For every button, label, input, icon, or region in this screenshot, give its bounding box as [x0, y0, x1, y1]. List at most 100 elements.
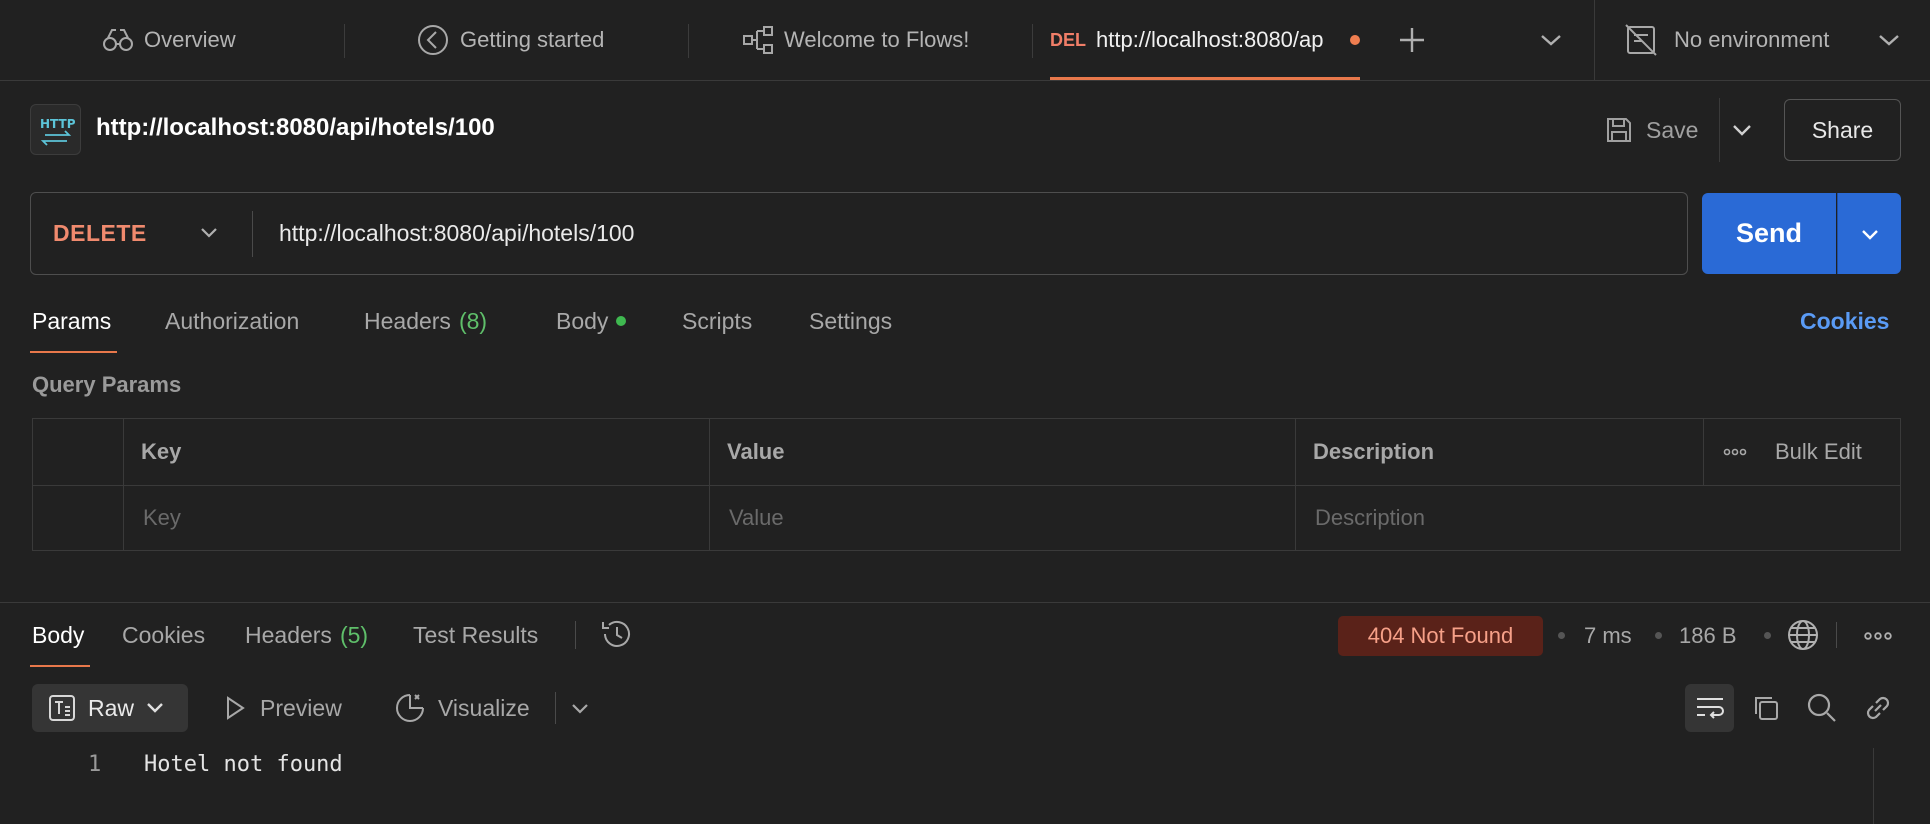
value-column-header: Value [727, 439, 785, 464]
active-tab-indicator [30, 665, 90, 667]
globe-icon[interactable] [1786, 618, 1820, 652]
tab-divider [344, 24, 345, 58]
tab-authorization[interactable]: Authorization [165, 300, 299, 342]
method-badge: DEL [1050, 29, 1086, 50]
line-number: 1 [88, 752, 102, 777]
tab-welcome-to-flows[interactable]: Welcome to Flows! [742, 0, 969, 80]
status-badge[interactable]: 404 Not Found [1338, 616, 1543, 656]
meta-separator [1558, 632, 1565, 639]
tab-overview[interactable]: Overview [102, 0, 236, 80]
url-input[interactable]: http://localhost:8080/api/hotels/100 [279, 193, 634, 274]
request-title[interactable]: http://localhost:8080/api/hotels/100 [96, 114, 495, 142]
meta-separator [1764, 632, 1771, 639]
scrollbar[interactable] [1873, 748, 1874, 824]
share-button[interactable]: Share [1784, 99, 1901, 161]
chevron-down-icon [1733, 125, 1751, 136]
description-input[interactable]: Description [1315, 485, 1895, 551]
chevron-down-icon [1879, 35, 1899, 46]
method-dropdown[interactable] [199, 222, 219, 242]
bulk-edit-button[interactable]: Bulk Edit [1775, 419, 1862, 485]
active-tab-indicator [30, 351, 117, 353]
response-tab-cookies[interactable]: Cookies [122, 614, 205, 656]
search-icon [1807, 693, 1836, 722]
copy-button[interactable] [1748, 690, 1784, 726]
cookies-link[interactable]: Cookies [1800, 300, 1889, 342]
visualize-dropdown[interactable] [570, 698, 590, 718]
active-tab-indicator [1050, 77, 1360, 80]
headers-count: (5) [339, 621, 369, 648]
environment-selector[interactable]: No environment [1624, 0, 1829, 80]
key-input[interactable]: Key [143, 485, 703, 551]
meta-divider [1836, 622, 1837, 648]
tab-params[interactable]: Params [32, 300, 111, 342]
unsaved-dot-icon [1350, 35, 1360, 45]
ellipsis-icon [1723, 448, 1747, 456]
preview-label: Preview [260, 694, 342, 721]
response-divider[interactable] [0, 602, 1930, 603]
url-divider [252, 211, 253, 257]
format-divider [555, 692, 556, 724]
raw-format-select[interactable]: Raw [32, 684, 188, 732]
response-tab-body[interactable]: Body [32, 614, 84, 656]
response-time[interactable]: 7 ms [1584, 616, 1632, 656]
chevron-down-icon [1861, 229, 1878, 240]
tab-bar: Overview Getting started Welcome to Flow… [0, 0, 1930, 81]
tab-label: Headers [245, 621, 332, 648]
tab-getting-started[interactable]: Getting started [416, 0, 604, 80]
response-tab-headers[interactable]: Headers (5) [245, 614, 368, 656]
binoculars-icon [102, 28, 134, 52]
headers-count: (8) [458, 307, 488, 334]
new-tab-button[interactable] [1398, 0, 1426, 80]
preview-button[interactable]: Preview [222, 684, 342, 732]
ellipsis-icon [1864, 632, 1892, 640]
tab-delete-request[interactable]: DEL http://localhost:8080/ap [1050, 0, 1360, 80]
link-button[interactable] [1860, 690, 1896, 726]
tab-body[interactable]: Body [556, 300, 627, 342]
copy-icon [1755, 697, 1778, 720]
tab-divider [1032, 24, 1033, 58]
query-params-table: Key Value Description Bulk Edit Key Valu… [32, 418, 1901, 551]
tab-label: Headers [364, 307, 451, 334]
visualize-icon [396, 694, 424, 722]
wrap-lines-button[interactable] [1685, 684, 1734, 732]
value-input[interactable]: Value [729, 485, 1289, 551]
key-column-header: Key [141, 439, 182, 464]
history-icon[interactable] [600, 617, 634, 651]
svg-text:HTTP: HTTP [40, 117, 75, 131]
response-tab-test-results[interactable]: Test Results [413, 614, 538, 656]
description-column-header: Description [1313, 439, 1435, 464]
tab-headers[interactable]: Headers (8) [364, 300, 487, 342]
response-body-line[interactable]: Hotel not found [144, 752, 343, 777]
wrap-lines-icon [1696, 698, 1724, 719]
environment-label: No environment [1674, 27, 1830, 52]
chevron-down-icon [1541, 35, 1561, 46]
more-options-button[interactable] [1723, 419, 1747, 485]
save-options-dropdown[interactable] [1730, 118, 1754, 142]
no-environment-icon [1624, 23, 1658, 57]
tab-settings[interactable]: Settings [809, 300, 892, 342]
tab-label: Overview [144, 27, 236, 52]
tab-list-dropdown[interactable] [1540, 0, 1562, 80]
url-bar: DELETE http://localhost:8080/api/hotels/… [30, 192, 1688, 275]
save-label: Save [1646, 116, 1699, 143]
send-options-dropdown[interactable] [1837, 193, 1901, 274]
response-more-options[interactable] [1864, 631, 1892, 641]
chevron-down-icon [201, 228, 217, 238]
chevron-down-icon [147, 703, 163, 713]
flows-icon [742, 25, 774, 55]
environment-divider [1594, 0, 1595, 80]
column-divider [1703, 419, 1704, 485]
plus-icon [1400, 28, 1424, 52]
meta-separator [1655, 632, 1662, 639]
environment-dropdown[interactable] [1878, 0, 1900, 80]
method-select[interactable]: DELETE [53, 193, 147, 274]
visualize-button[interactable]: Visualize [394, 684, 530, 732]
tab-divider [688, 24, 689, 58]
send-button[interactable]: Send [1702, 193, 1836, 274]
save-icon [1607, 118, 1631, 142]
save-button[interactable]: Save [1604, 108, 1698, 152]
tab-scripts[interactable]: Scripts [682, 300, 752, 342]
response-size[interactable]: 186 B [1679, 616, 1737, 656]
http-icon: HTTP [30, 104, 81, 155]
search-button[interactable] [1804, 690, 1840, 726]
